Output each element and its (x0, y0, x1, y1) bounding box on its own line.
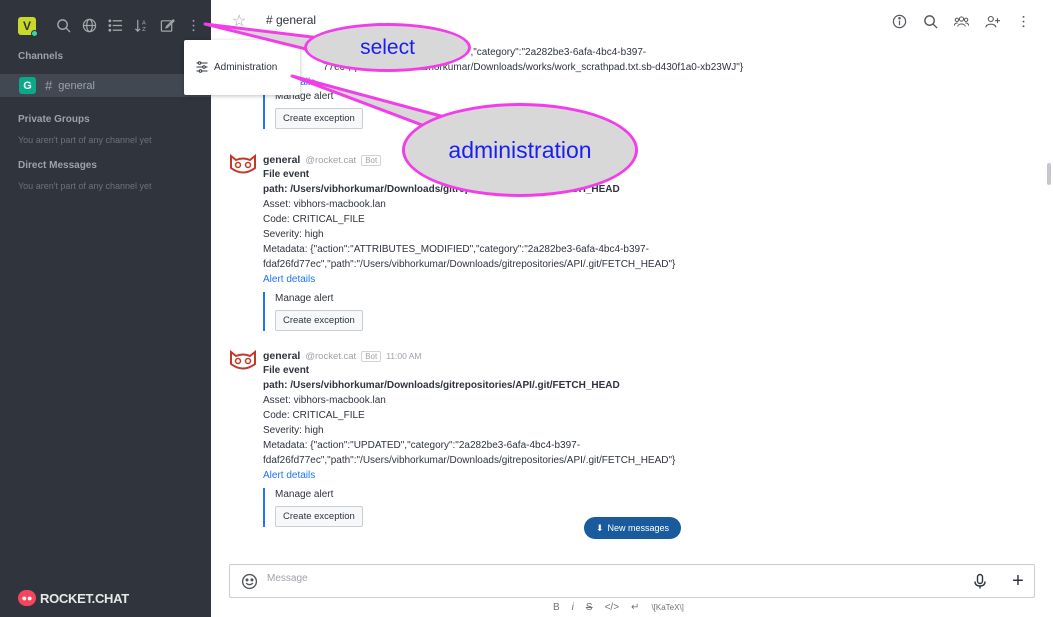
menu-item-label: Administration (214, 61, 278, 73)
callout-administration: administration (402, 103, 638, 197)
message-path: path: /Users/vibhorkumar/Downloads/gitre… (263, 184, 620, 195)
message-metadata: fdaf26fd77ec","path":"/Users/vibhorkumar… (263, 259, 676, 270)
members-icon[interactable] (953, 13, 969, 29)
manage-alert-label: Manage alert (275, 489, 334, 500)
message-handle: @rocket.cat (305, 350, 357, 362)
user-avatar-initial: V (22, 19, 31, 33)
message-username[interactable]: general (263, 350, 300, 362)
manage-alert-label: Manage alert (275, 91, 334, 102)
sort-icon[interactable]: AZ (133, 17, 150, 34)
callout-select-text: select (360, 35, 415, 59)
bold-format-button[interactable]: B (553, 602, 560, 613)
message-metadata: Metadata: {"action":"ATTRIBUTES_MODIFIED… (263, 244, 649, 255)
bot-badge: Bot (361, 350, 382, 362)
kebab-menu-icon[interactable] (1015, 13, 1031, 29)
room-title: # general (266, 13, 317, 27)
message-title: File event (263, 365, 310, 376)
message-metadata: fdaf26fd77ec","path":"/Users/vibhorkumar… (263, 455, 676, 466)
rocket-chat-bubble-icon: ●● (18, 590, 36, 606)
bot-badge: Bot (361, 154, 382, 166)
private-groups-empty: You aren't part of any channel yet (18, 135, 152, 145)
message-severity: Severity: high (263, 425, 324, 436)
private-groups-heading: Private Groups (18, 114, 90, 125)
create-exception-button[interactable]: Create exception (275, 506, 363, 527)
add-user-icon[interactable] (984, 13, 1000, 29)
sidebar-options-menu: Administration (184, 40, 300, 95)
manage-alert-label: Manage alert (275, 293, 334, 304)
message-handle: @rocket.cat (305, 154, 357, 166)
message-severity: Severity: high (263, 229, 324, 240)
hashtag-icon: # (45, 78, 53, 93)
favorite-star-icon[interactable]: ☆ (232, 11, 246, 31)
rocket-cat-avatar (230, 349, 256, 370)
callout-select: select (304, 23, 471, 72)
message-input[interactable] (267, 573, 867, 584)
user-avatar[interactable]: V (18, 17, 38, 37)
message-header: general @rocket.cat Bot 11:00 AM (263, 349, 983, 363)
message-composer: + (229, 564, 1035, 598)
alert-actions: Manage alert Create exception (263, 292, 983, 331)
sidebar-item-label: general (58, 79, 95, 92)
channels-heading: Channels (18, 51, 64, 62)
channel-avatar: G (19, 77, 36, 94)
list-view-icon[interactable] (107, 17, 124, 34)
rocket-cat-avatar (230, 153, 256, 174)
emoji-icon[interactable] (241, 573, 258, 590)
svg-text:Z: Z (142, 27, 146, 33)
message-asset: Asset: vibhors-macbook.lan (263, 199, 386, 210)
sidebar-item-general[interactable]: G # general (0, 74, 211, 97)
strike-format-button[interactable]: S (586, 602, 593, 613)
logo-text: ROCKET.CHAT (40, 590, 129, 606)
header-toolbar (891, 13, 1031, 29)
new-messages-label: New messages (607, 523, 670, 533)
direct-messages-empty: You aren't part of any channel yet (18, 181, 152, 191)
room-info-icon[interactable] (891, 13, 907, 29)
message-code: Code: CRITICAL_FILE (263, 214, 365, 225)
more-options-icon[interactable] (185, 17, 202, 34)
sidebar-toolbar: AZ (55, 17, 202, 34)
italic-format-button[interactable]: i (572, 602, 574, 613)
alert-details-link[interactable]: Alert details (263, 468, 983, 483)
online-status-icon (31, 30, 38, 37)
sidebar: V AZ Channels G # general Private Groups… (0, 0, 211, 617)
microphone-icon[interactable] (972, 573, 988, 590)
directory-globe-icon[interactable] (81, 17, 98, 34)
katex-format-button[interactable]: \[KaTeX\] (651, 603, 683, 612)
search-icon[interactable] (55, 17, 72, 34)
menu-item-administration[interactable]: Administration (196, 61, 277, 73)
scrollbar-thumb[interactable] (1047, 163, 1051, 185)
rocket-chat-logo: ●● ROCKET.CHAT (18, 590, 129, 606)
arrow-down-icon: ⬇ (595, 522, 604, 533)
message-code: Code: CRITICAL_FILE (263, 410, 365, 421)
callout-administration-text: administration (448, 136, 592, 163)
message-username[interactable]: general (263, 154, 300, 166)
message-list[interactable]: ED","category":"2a282be3-6afa-4bc4-b397-… (211, 41, 1047, 551)
message-asset: Asset: vibhors-macbook.lan (263, 395, 386, 406)
search-messages-icon[interactable] (922, 13, 938, 29)
code-format-button[interactable]: </> (605, 602, 619, 613)
message-time: 11:00 AM (386, 351, 422, 361)
new-messages-button[interactable]: ⬇ New messages (584, 517, 681, 539)
alert-details-link[interactable]: Alert details (263, 75, 983, 90)
multiline-format-button[interactable]: ↵ (631, 602, 639, 613)
svg-text:A: A (142, 21, 146, 27)
message-metadata: Metadata: {"action":"UPDATED","category"… (263, 440, 581, 451)
message-path: path: /Users/vibhorkumar/Downloads/gitre… (263, 380, 620, 391)
alert-actions: Manage alert Create exception (263, 90, 983, 129)
sliders-icon (196, 61, 208, 73)
direct-messages-heading: Direct Messages (18, 160, 97, 171)
add-attachment-icon[interactable]: + (1008, 571, 1028, 591)
formatting-toolbar: B i S </> ↵ \[KaTeX\] (553, 602, 684, 613)
create-exception-button[interactable]: Create exception (275, 108, 363, 129)
create-new-icon[interactable] (159, 17, 176, 34)
alert-details-link[interactable]: Alert details (263, 272, 983, 287)
create-exception-button[interactable]: Create exception (275, 310, 363, 331)
